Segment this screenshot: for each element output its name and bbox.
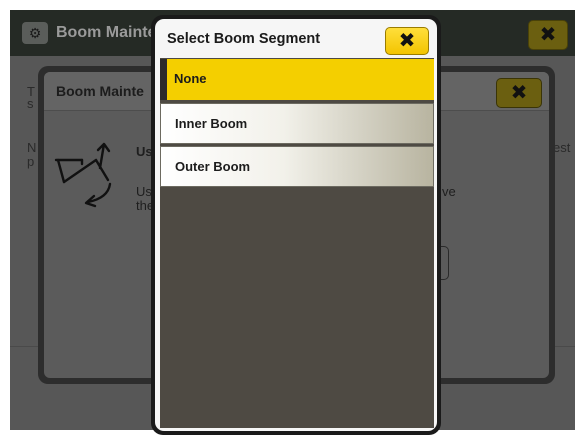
close-icon: ✖ — [398, 30, 416, 52]
option-label: Outer Boom — [175, 159, 251, 174]
option-none[interactable]: None — [160, 59, 434, 100]
background-title: Boom Mainte — [56, 24, 157, 41]
modal-title: Select Boom Segment — [167, 31, 321, 47]
boom-maintenance-close-button[interactable]: ✖ — [496, 78, 542, 108]
option-inner-boom[interactable]: Inner Boom — [160, 103, 434, 144]
boom-fold-icon — [54, 142, 112, 208]
modal-close-button[interactable]: ✖ — [385, 27, 429, 55]
close-icon: ✖ — [539, 24, 557, 46]
option-outer-boom[interactable]: Outer Boom — [160, 146, 434, 187]
boom-maintenance-dialog-title: Boom Mainte — [56, 83, 144, 99]
tractor-gear-icon: ⚙ — [22, 22, 48, 44]
background-close-button[interactable]: ✖ — [528, 20, 568, 50]
boom-maintenance-text: ve — [442, 184, 456, 199]
boom-maintenance-text: Us — [136, 184, 152, 199]
background-text: N — [27, 140, 37, 155]
option-label: Inner Boom — [175, 116, 248, 131]
option-label: None — [174, 71, 207, 86]
background-text: s — [27, 96, 34, 111]
close-icon: ✖ — [510, 82, 528, 104]
background-text: est — [553, 140, 571, 155]
background-text: p — [27, 154, 35, 169]
